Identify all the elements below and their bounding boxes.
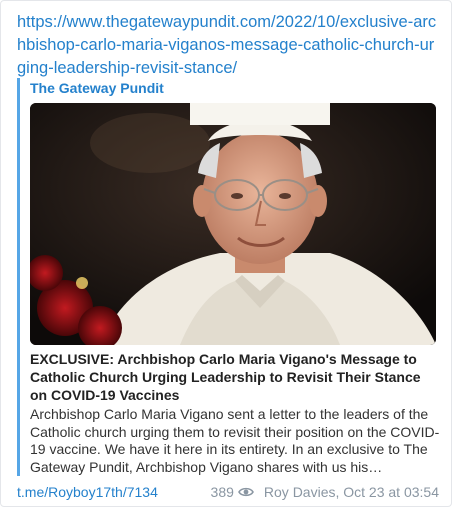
preview-description: Archbishop Carlo Maria Vigano sent a let…: [30, 406, 440, 475]
message-footer: t.me/Royboy17th/7134 389 Roy Davies, Oct…: [17, 483, 439, 501]
eye-icon: [237, 486, 254, 498]
message-card: https://www.thegatewaypundit.com/2022/10…: [0, 0, 452, 507]
post-link[interactable]: t.me/Royboy17th/7134: [17, 483, 158, 501]
preview-image[interactable]: [30, 103, 436, 345]
message-url-link[interactable]: https://www.thegatewaypundit.com/2022/10…: [17, 11, 443, 80]
link-preview[interactable]: The Gateway Pundit EXCLUSIVE: Archbishop…: [17, 78, 439, 476]
message-meta: 389 Roy Davies, Oct 23 at 03:54: [211, 483, 439, 501]
preview-title[interactable]: EXCLUSIVE: Archbishop Carlo Maria Vigano…: [30, 350, 436, 404]
preview-photo-illustration: [30, 103, 436, 345]
author-date: Roy Davies, Oct 23 at 03:54: [263, 484, 439, 500]
preview-site-name[interactable]: The Gateway Pundit: [30, 78, 164, 98]
view-count: 389: [210, 484, 234, 500]
